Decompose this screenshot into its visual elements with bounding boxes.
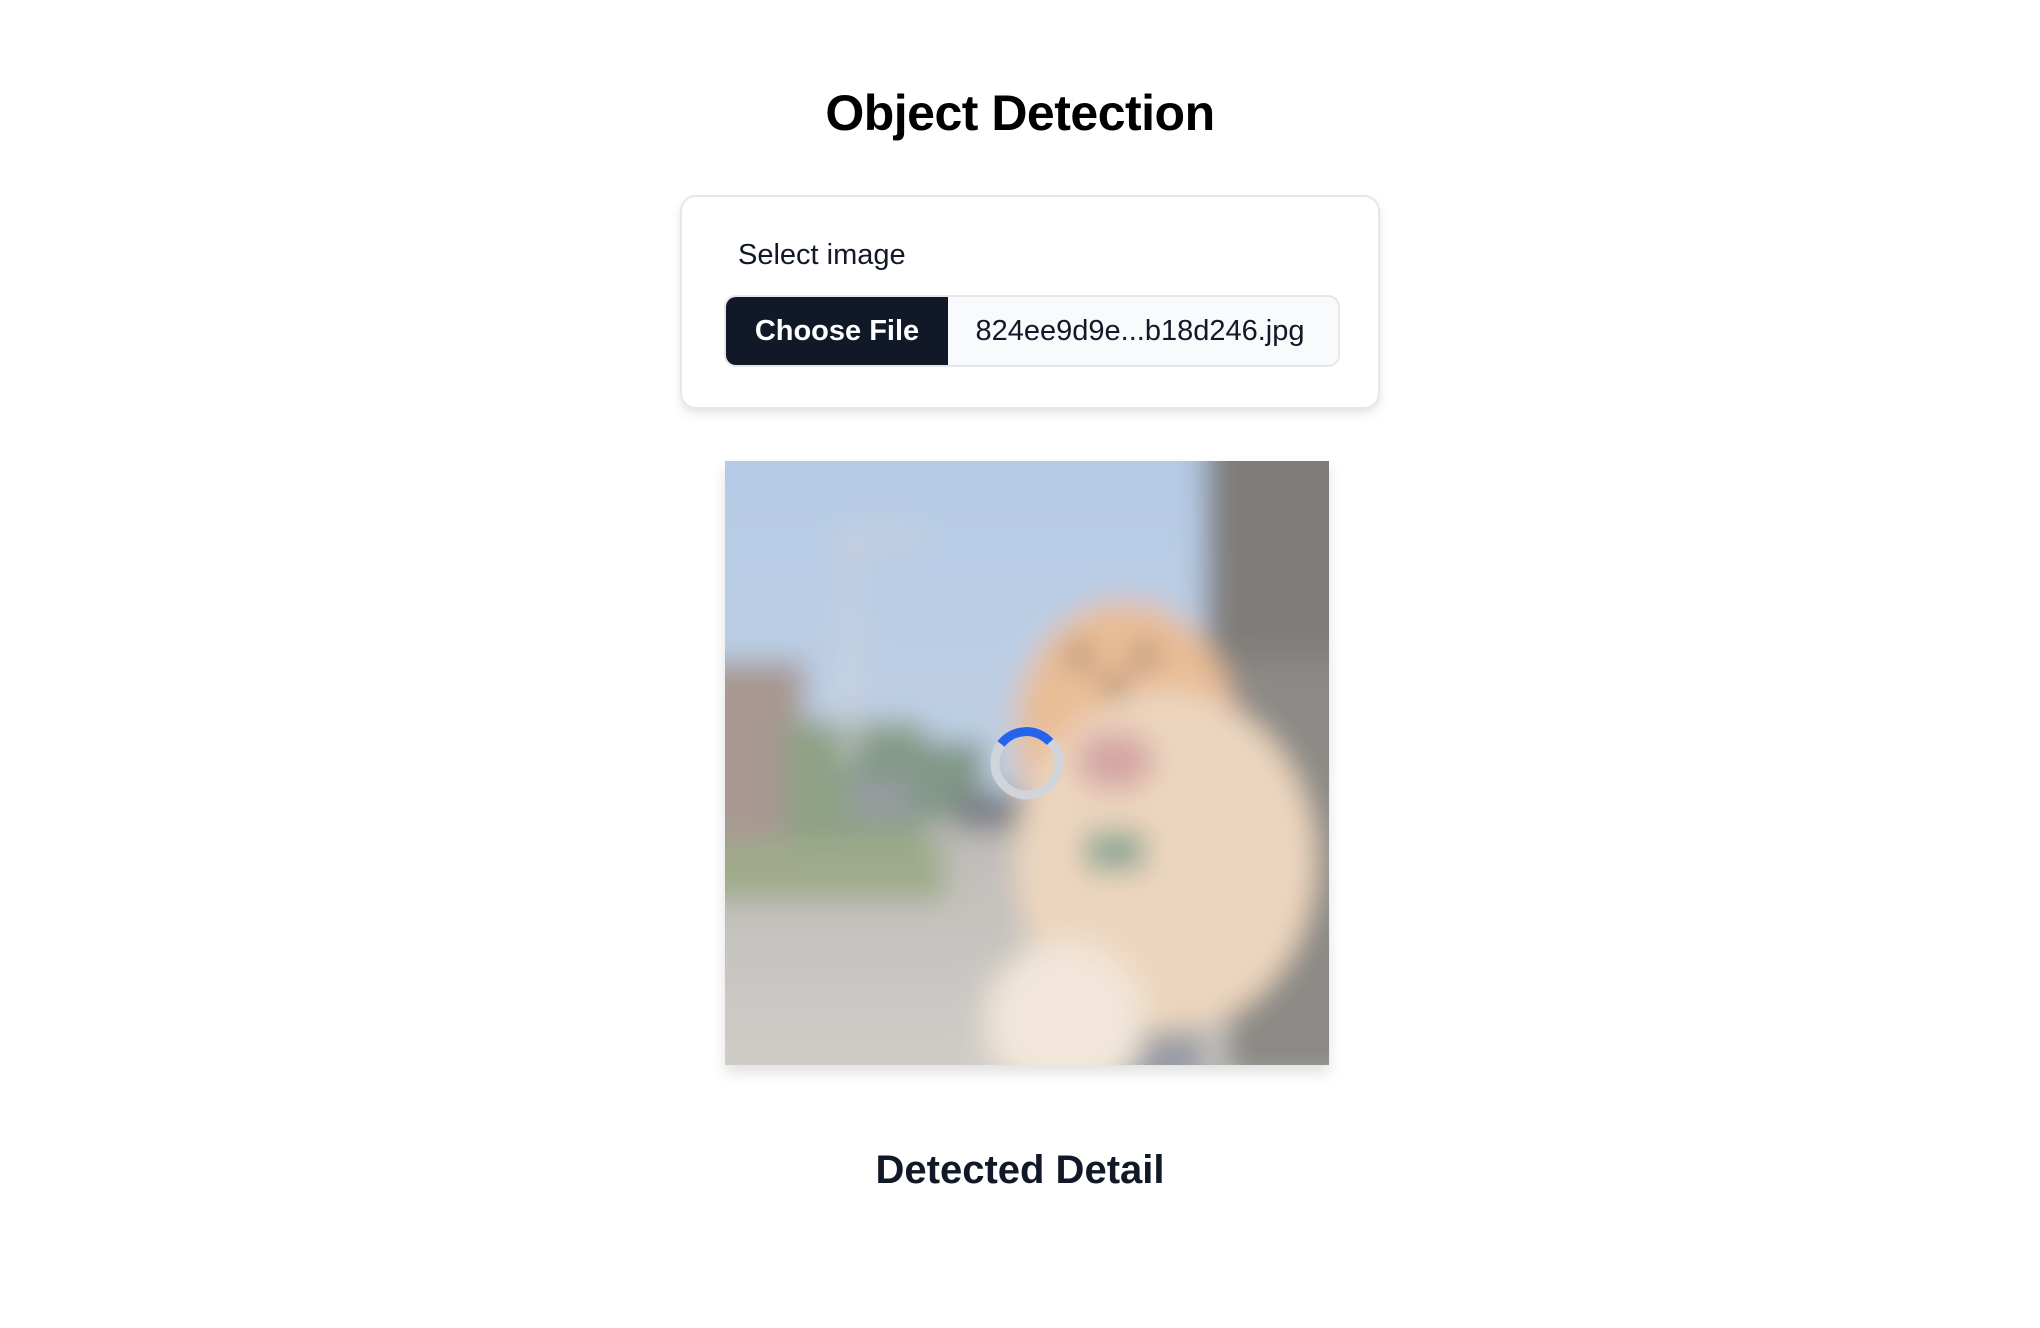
choose-file-button[interactable]: Choose File <box>726 297 948 365</box>
upload-card: Select image Choose File 824ee9d9e...b18… <box>680 195 1380 409</box>
spinner-icon <box>990 726 1064 800</box>
file-input[interactable]: Choose File 824ee9d9e...b18d246.jpg <box>724 295 1340 367</box>
page-title: Object Detection <box>825 85 1215 141</box>
selected-file-name: 824ee9d9e...b18d246.jpg <box>975 314 1305 347</box>
detected-detail-heading: Detected Detail <box>875 1148 1165 1192</box>
page: Object Detection Select image Choose Fil… <box>0 0 2040 1328</box>
select-image-label: Select image <box>738 239 906 271</box>
image-preview <box>725 461 1329 1065</box>
